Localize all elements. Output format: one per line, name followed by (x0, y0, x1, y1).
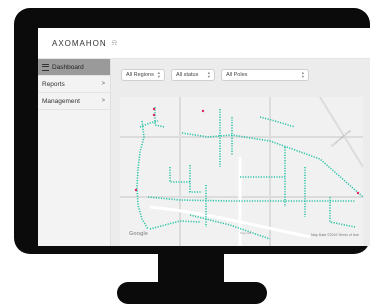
sidebar: Dashboard Reports > Management > (38, 59, 111, 246)
map-attribution[interactable]: Map Data ©2019 Terms of Use (311, 233, 359, 237)
road-label: Sixty Rd (240, 231, 252, 235)
chevron-right-icon: > (101, 81, 105, 87)
status-select[interactable]: All status ▴ ▾ (171, 69, 215, 81)
poles-select[interactable]: All Poles ▴ ▾ (221, 69, 309, 81)
sidebar-item-label: Dashboard (52, 63, 84, 71)
sidebar-item-management[interactable]: Management > (38, 93, 110, 110)
poles-map[interactable]: Conservation Area Sixty Rd Google Map Da… (120, 97, 363, 246)
sidebar-item-reports[interactable]: Reports > (38, 76, 110, 93)
main-content: All Regions ▴ ▾ All status ▴ ▾ All Poles ▴… (111, 59, 370, 246)
select-arrows-icon: ▴ ▾ (301, 70, 304, 79)
monitor-stand-base (117, 282, 267, 304)
select-arrows-icon: ▴ ▾ (157, 70, 160, 79)
screen: AXOMAHON ⍾ Dashboard Reports > Managemen… (38, 28, 370, 246)
logo-mark-icon: ⍾ (111, 38, 117, 47)
monitor-frame: AXOMAHON ⍾ Dashboard Reports > Managemen… (14, 8, 370, 254)
app-logo[interactable]: AXOMAHON (52, 39, 107, 48)
pole-markers (136, 107, 363, 240)
regions-select[interactable]: All Regions ▴ ▾ (121, 69, 165, 81)
sidebar-item-label: Reports (42, 80, 65, 88)
filter-bar: All Regions ▴ ▾ All status ▴ ▾ All Poles ▴… (121, 69, 309, 81)
google-logo: Google (129, 231, 148, 237)
top-bar: AXOMAHON ⍾ (38, 28, 370, 59)
select-arrows-icon: ▴ ▾ (207, 70, 210, 79)
chevron-right-icon: > (101, 98, 105, 104)
sidebar-item-label: Management (42, 97, 80, 105)
map-canvas: Conservation Area Sixty Rd (120, 97, 363, 246)
menu-icon (42, 63, 49, 71)
alert-markers (134, 107, 360, 195)
sidebar-item-dashboard[interactable]: Dashboard (38, 59, 110, 76)
